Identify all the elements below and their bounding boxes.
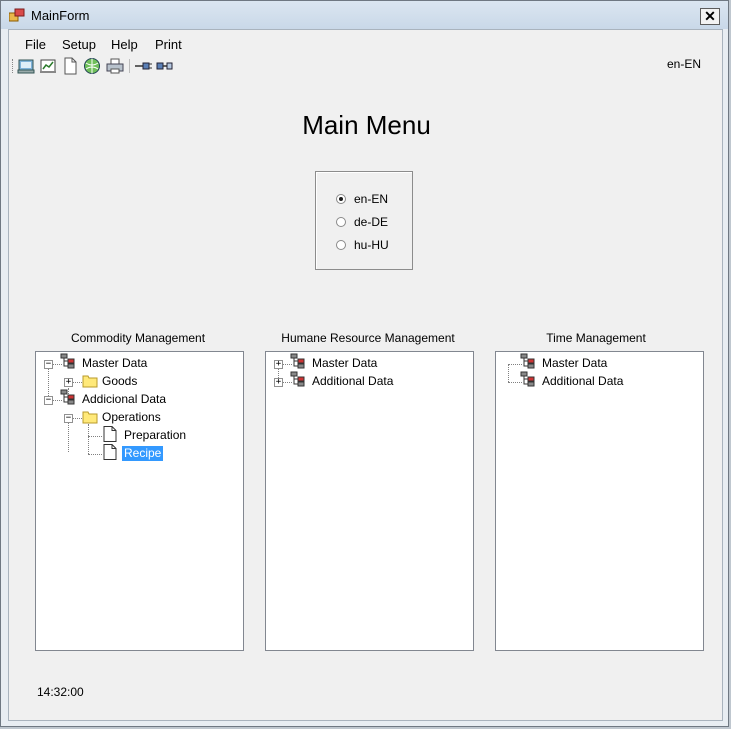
expand-icon[interactable]: + (64, 378, 73, 387)
plug-out-icon[interactable] (135, 57, 153, 75)
tree-node-preparation[interactable]: Preparation (36, 426, 236, 445)
toolbar-grip[interactable] (12, 59, 15, 73)
printer-icon[interactable] (106, 57, 124, 75)
tree-node-label: Master Data (312, 356, 378, 370)
toolbar (9, 54, 722, 78)
globe-icon[interactable] (83, 57, 101, 75)
database-icon (60, 389, 75, 405)
tree-node-label: Master Data (82, 356, 148, 370)
tree-node-addicional-data[interactable]: − Addicional Data (36, 389, 236, 409)
close-icon: ✕ (704, 8, 716, 24)
client-area: File Setup Help Print en-EN Main Menu en… (8, 29, 723, 721)
time-panel-title: Time Management (546, 331, 646, 345)
hr-tree[interactable]: + Master Data + Additional Data (265, 351, 474, 651)
tree-node-master-data[interactable]: − Master Data (36, 353, 236, 373)
close-button[interactable]: ✕ (700, 8, 720, 25)
tree-node-label: Master Data (542, 356, 608, 370)
tree-node-additional-data[interactable]: Additional Data (496, 371, 696, 391)
status-clock: 14:32:00 (37, 685, 84, 699)
tree-node-label: Operations (102, 410, 161, 424)
tree-node-label: Addicional Data (82, 392, 167, 406)
database-icon (520, 353, 535, 369)
folder-icon (82, 375, 98, 388)
database-icon (60, 353, 75, 369)
document-icon[interactable] (61, 57, 79, 75)
main-window: MainForm ✕ File Setup Help Print en-EN M… (0, 0, 729, 727)
menu-help[interactable]: Help (111, 37, 138, 52)
tree-node-additional-data[interactable]: + Additional Data (266, 371, 466, 391)
page-icon (103, 426, 117, 442)
time-tree[interactable]: Master Data Additional Data (495, 351, 704, 651)
radio-label: de-DE (354, 215, 389, 229)
database-icon (290, 371, 305, 387)
tree-node-label-selected: Recipe (122, 446, 164, 461)
hr-panel-title: Humane Resource Management (281, 331, 455, 345)
collapse-icon[interactable]: − (44, 360, 53, 369)
expand-icon[interactable]: + (274, 360, 283, 369)
radio-label: hu-HU (354, 238, 389, 252)
collapse-icon[interactable]: − (64, 414, 73, 423)
current-language-label: en-EN (667, 57, 702, 71)
tree-node-recipe[interactable]: Recipe (36, 444, 236, 463)
folder-icon (82, 411, 98, 424)
app-icon (9, 8, 25, 22)
plug-in-icon[interactable] (156, 57, 174, 75)
database-icon (290, 353, 305, 369)
menu-file[interactable]: File (25, 37, 46, 52)
radio-label: en-EN (354, 192, 389, 206)
tree-node-label: Additional Data (542, 374, 624, 388)
expand-icon[interactable]: + (274, 378, 283, 387)
radio-circle[interactable] (336, 217, 346, 227)
toolbar-separator (129, 59, 130, 73)
tree-node-operations[interactable]: − Operations (36, 409, 236, 427)
chart-icon[interactable] (39, 57, 57, 75)
menu-setup[interactable]: Setup (62, 37, 96, 52)
page-icon (103, 444, 117, 460)
window-title: MainForm (31, 8, 90, 23)
radio-circle[interactable] (336, 240, 346, 250)
report-icon[interactable] (17, 57, 35, 75)
tree-node-label: Goods (102, 374, 138, 388)
commodity-panel-title: Commodity Management (70, 331, 206, 345)
commodity-tree[interactable]: − Master Data + Goods − Addicional Data … (35, 351, 244, 651)
tree-node-label: Preparation (124, 428, 187, 442)
radio-circle-checked[interactable] (336, 194, 346, 204)
page-title: Main Menu (302, 110, 431, 140)
language-radio-group: en-EN de-DE hu-HU (315, 171, 413, 270)
collapse-icon[interactable]: − (44, 396, 53, 405)
tree-node-label: Additional Data (312, 374, 394, 388)
menu-print[interactable]: Print (155, 37, 182, 52)
database-icon (520, 371, 535, 387)
title-bar[interactable]: MainForm ✕ (1, 1, 728, 29)
